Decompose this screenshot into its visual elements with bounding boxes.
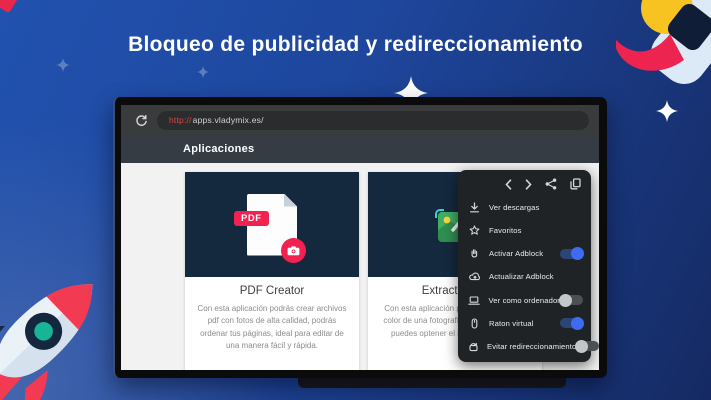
menu-item-label: Ver como ordenador — [488, 296, 560, 305]
star-icon — [468, 225, 481, 236]
browser-screen: http://apps.vladymix.es/ Aplicaciones PD… — [121, 105, 599, 370]
pdf-creator-thumbnail: PDF — [185, 172, 359, 277]
app-card-description: Con esta aplicación podrás crear archivo… — [185, 303, 359, 353]
menu-item-label: Ver descargas — [489, 203, 583, 212]
adblock-hand-icon — [468, 248, 481, 259]
sparkle-icon — [56, 58, 70, 72]
sparkle-icon — [197, 66, 209, 78]
url-scheme: http:// — [169, 115, 192, 125]
toggle-ver-como-ordenador[interactable] — [560, 295, 583, 305]
menu-item-ver-como-ordenador[interactable]: Ver como ordenador — [458, 289, 591, 312]
menu-item-raton-virtual[interactable]: Raton virtual — [458, 312, 591, 335]
page-content: PDF PDF Creator Con esta aplicación podr… — [121, 163, 599, 370]
menu-item-ver-descargas[interactable]: Ver descargas — [458, 196, 591, 219]
menu-item-activar-adblock[interactable]: Activar Adblock — [458, 242, 591, 265]
page-header-bar: Aplicaciones — [121, 135, 599, 163]
menu-item-favoritos[interactable]: Favoritos — [458, 219, 591, 242]
menu-item-evitar-redireccionamiento[interactable]: Evitar redireccionamiento — [458, 335, 591, 358]
computer-icon — [468, 295, 480, 306]
cloud-update-icon — [468, 271, 481, 282]
tabs-icon[interactable] — [570, 178, 581, 190]
sparkle-icon — [656, 100, 678, 122]
back-icon[interactable] — [505, 179, 512, 190]
menu-item-actualizar-adblock[interactable]: Actualizar Adblock — [458, 265, 591, 288]
url-field[interactable]: http://apps.vladymix.es/ — [157, 111, 589, 130]
menu-nav-row — [458, 172, 591, 196]
page-header-label: Aplicaciones — [183, 143, 254, 155]
app-card-pdf-creator[interactable]: PDF PDF Creator Con esta aplicación podr… — [185, 172, 359, 370]
menu-item-label: Evitar redireccionamiento — [487, 342, 576, 351]
mouse-icon — [468, 318, 481, 329]
toggle-activar-adblock[interactable] — [560, 249, 583, 259]
browser-menu-panel: Ver descargas Favoritos Activar Adblock — [458, 170, 591, 362]
camera-icon — [281, 238, 306, 263]
share-icon[interactable] — [545, 178, 557, 190]
url-host: apps.vladymix.es/ — [193, 115, 264, 125]
menu-item-label: Activar Adblock — [489, 249, 560, 258]
toggle-raton-virtual[interactable] — [560, 318, 583, 328]
menu-item-label: Actualizar Adblock — [489, 272, 583, 281]
menu-item-label: Raton virtual — [489, 319, 560, 328]
reload-icon[interactable] — [133, 112, 149, 128]
pdf-badge: PDF — [234, 211, 269, 226]
promo-canvas: Bloqueo de publicidad y redireccionamien… — [0, 0, 711, 400]
browser-toolbar: http://apps.vladymix.es/ — [121, 105, 599, 135]
redirect-icon — [468, 341, 479, 352]
download-icon — [468, 202, 481, 213]
page-title: Bloqueo de publicidad y redireccionamien… — [0, 33, 711, 57]
corner-accent-shape — [0, 0, 19, 13]
menu-item-label: Favoritos — [489, 226, 583, 235]
page-fold-icon — [284, 194, 297, 207]
toggle-evitar-redireccionamiento[interactable] — [576, 341, 599, 351]
forward-icon[interactable] — [525, 179, 532, 190]
app-card-title: PDF Creator — [185, 285, 359, 297]
